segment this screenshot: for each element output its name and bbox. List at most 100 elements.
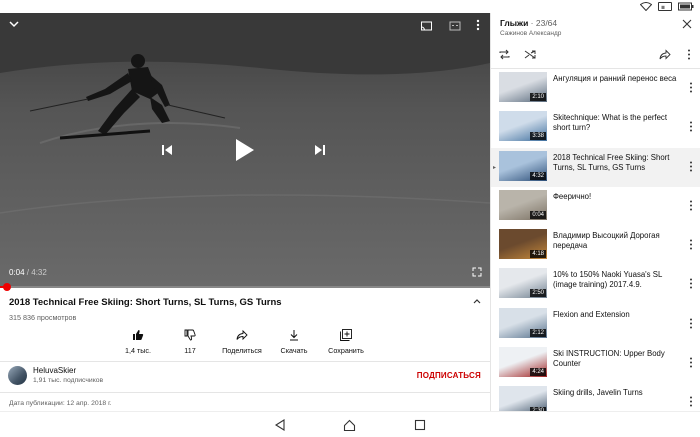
action-bar: 1,4 тыс. 117 Поделиться Скачать Сохранит… [112,328,372,355]
video-thumbnail[interactable]: 2:12 [499,307,547,338]
progress-scrubber[interactable] [3,283,12,291]
divider [0,392,490,393]
back-icon[interactable] [274,419,286,431]
share-button[interactable]: Поделиться [216,328,268,355]
item-more-icon[interactable] [689,318,693,329]
previous-icon[interactable] [160,143,174,157]
playlist-item-title: 10% to 150% Naoki Yuasa's SL (image trai… [553,270,662,290]
subscribe-button[interactable]: ПОДПИСАТЬСЯ [417,371,481,380]
video-thumbnail[interactable]: 3:38 [499,111,547,142]
add-to-playlist-icon [340,329,352,341]
item-more-icon[interactable] [689,239,693,250]
playlist-items: 2:10 Ангуляция и ранний перенос веса 3:38 S… [491,69,700,411]
thumbs-down-icon [184,329,196,341]
item-more-icon[interactable] [689,121,693,132]
channel-name[interactable]: HeluvaSkier [33,366,76,375]
video-thumbnail[interactable]: 4:32 [499,150,547,181]
like-button[interactable]: 1,4 тыс. [112,328,164,355]
progress-bar[interactable] [0,283,490,291]
video-thumbnail[interactable]: 2:10 [499,72,547,102]
thumbnail-duration: 2:12 [530,328,546,337]
playlist-header: Глыжи · 23/64 Сажинов Александр [500,18,561,37]
time-display: 0:04 / 4:32 [9,268,47,277]
thumbnail-duration: 4:18 [530,250,546,259]
shuffle-icon[interactable] [524,49,537,60]
playlist-item[interactable]: 0:04 Феерично! [491,187,700,226]
item-more-icon[interactable] [689,161,693,172]
like-count: 1,4 тыс. [124,346,152,355]
video-thumbnail[interactable]: 2:50 [499,268,547,299]
status-bar: ▦ [0,0,700,13]
save-label: Сохранить [328,346,364,355]
playlist-item[interactable]: 4:18 Владимир Высоцкий Дорогая передача [491,226,700,265]
channel-avatar[interactable] [8,366,27,385]
home-icon[interactable] [343,419,356,432]
item-more-icon[interactable] [689,396,693,407]
video-thumbnail[interactable]: 0:04 [499,189,547,220]
thumbnail-duration: 4:24 [530,368,546,377]
thumbnail-duration: 0:04 [530,210,546,219]
download-button[interactable]: Скачать [268,328,320,355]
now-playing-indicator-icon: ▸ [493,164,497,171]
divider [0,361,490,362]
channel-row[interactable]: HeluvaSkier 1,91 тыс. подписчиков ПОДПИС… [8,366,488,388]
item-more-icon[interactable] [689,278,693,289]
item-more-icon[interactable] [689,357,693,368]
thumbs-up-icon [133,330,144,340]
video-title-row[interactable]: 2018 Technical Free Skiing: Short Turns,… [9,297,479,308]
playlist-item-title: Ski INSTRUCTION: Upper Body Counter [553,349,665,369]
video-thumbnail[interactable]: 2:30 [499,386,547,411]
playlist-item[interactable]: 2:12 Flexion and Extension [491,305,700,344]
close-icon[interactable] [682,19,692,29]
video-thumbnail[interactable]: 4:24 [499,347,547,378]
thumbnail-duration: 2:10 [530,93,546,101]
system-nav-bar [0,411,700,437]
playlist-item-title: Flexion and Extension [553,309,630,319]
playlist-item[interactable]: 3:38 Skitechnique: What is the perfect sh… [491,108,700,147]
share-label: Поделиться [222,346,262,355]
view-count: 315 836 просмотров [9,313,77,322]
publish-date: Дата публикации: 12 апр. 2018 г. [9,400,112,407]
playlist-item-title: 2018 Technical Free Skiing: Short Turns,… [553,152,670,172]
play-icon[interactable] [232,137,256,163]
fullscreen-icon[interactable] [472,267,482,277]
next-icon[interactable] [313,143,327,157]
playlist-more-icon[interactable] [687,49,691,60]
playlist-item-title: Феерично! [553,191,592,201]
item-more-icon[interactable] [689,82,693,93]
duration: 4:32 [31,268,47,277]
svg-text:▦: ▦ [661,4,665,9]
share-icon [236,329,248,341]
video-more-icon[interactable] [474,19,482,31]
playlist-share-icon[interactable] [659,49,671,60]
cast-icon[interactable] [420,21,433,32]
subscriber-count: 1,91 тыс. подписчиков [33,377,104,384]
screen: { "video": { "current_time": "0:04", "ti… [0,0,700,437]
playlist-item[interactable]: 2:10 Ангуляция и ранний перенос веса [491,69,700,108]
playlist-item[interactable]: 2:50 10% to 150% Naoki Yuasa's SL (image … [491,265,700,304]
loop-icon[interactable] [498,49,511,60]
playlist-item-title: Skiing drills, Javelin Turns [553,388,643,398]
collapse-description-icon[interactable] [472,297,482,305]
captions-icon[interactable] [449,21,461,31]
playlist-item[interactable]: 4:24 Ski INSTRUCTION: Upper Body Counter [491,344,700,383]
playlist-position: · 23/64 [528,18,558,28]
item-more-icon[interactable] [689,200,693,211]
minimize-chevron-icon[interactable] [8,19,20,29]
thumbnail-duration: 4:32 [530,171,546,180]
current-time: 0:04 [9,268,25,277]
playlist-item[interactable]: ▸ 4:32 2018 Technical Free Skiing: Short T… [491,147,700,187]
dislike-count: 117 [184,346,196,355]
playlist-item[interactable]: 2:30 Skiing drills, Javelin Turns [491,383,700,411]
thumbnail-duration: 3:38 [530,132,546,141]
video-thumbnail[interactable]: 4:18 [499,229,547,260]
playlist-item-title: Владимир Высоцкий Дорогая передача [553,231,660,251]
sim-icon: ▦ [658,2,672,11]
playlist-title: Глыжи [500,18,529,28]
save-button[interactable]: Сохранить [320,328,372,355]
recents-icon[interactable] [414,419,426,431]
dislike-button[interactable]: 117 [164,328,216,355]
playlist-item-title: Skitechnique: What is the perfect short … [553,113,667,133]
video-title: 2018 Technical Free Skiing: Short Turns,… [9,297,282,308]
video-player[interactable]: 0:04 / 4:32 [0,13,490,287]
